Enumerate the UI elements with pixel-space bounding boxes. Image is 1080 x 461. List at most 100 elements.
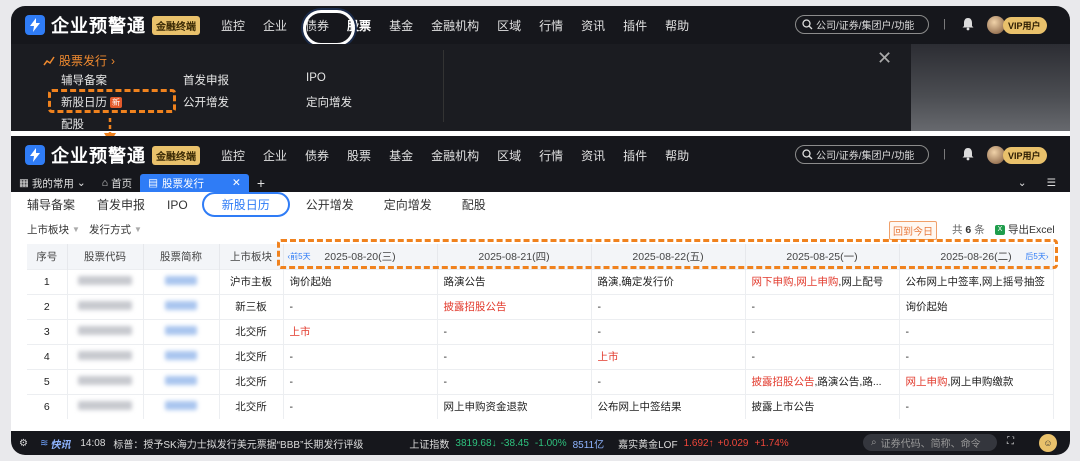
search-icon	[802, 19, 813, 30]
menu-item-market[interactable]: 行情	[539, 147, 563, 164]
table-row[interactable]: 1 沪市主板 询价起始 路演公告 路演,确定发行价 网下申购,网上申购,网上配号 公布网上中…	[27, 268, 1054, 294]
settings-icon[interactable]: ⚙	[19, 438, 28, 449]
close-icon[interactable]: ✕	[877, 48, 892, 69]
index-name[interactable]: 上证指数	[409, 436, 449, 451]
app-logo[interactable]: 企业预警通 金融终端	[25, 12, 200, 38]
global-search-input[interactable]: 公司/证券/集团户/功能	[795, 145, 929, 164]
cell-event: -	[899, 343, 1054, 369]
table-row[interactable]: 4 北交所 - - 上市 - -	[27, 343, 1054, 369]
dd-item-first-filing[interactable]: 首发申报	[183, 72, 229, 88]
user-menu[interactable]: VIP用户	[987, 16, 1047, 34]
tab-favorites[interactable]: ▦ 我的常用 ⌄	[11, 174, 94, 192]
bell-icon[interactable]	[961, 147, 975, 161]
cell-name[interactable]	[143, 393, 220, 419]
dropdown-title[interactable]: 股票发行 ›	[43, 52, 115, 69]
bell-icon[interactable]	[961, 17, 975, 31]
user-menu[interactable]: VIP用户	[987, 146, 1047, 164]
close-icon[interactable]: ✕	[232, 177, 241, 189]
fullscreen-icon[interactable]: ⛶	[1007, 436, 1014, 447]
cell-name[interactable]	[143, 343, 220, 369]
dd-item-public-offering[interactable]: 公开增发	[183, 94, 229, 110]
table-row[interactable]: 2 新三板 - 披露招股公告 - - 询价起始	[27, 293, 1054, 319]
cell-name[interactable]	[143, 368, 220, 394]
chevron-down-icon[interactable]: ⌄	[1018, 177, 1027, 189]
board-filter[interactable]: 上市板块 ▼	[27, 222, 80, 237]
tab-home[interactable]: ⌂ 首页	[94, 174, 140, 192]
redacted-code	[78, 350, 132, 360]
cell-event: -	[745, 293, 900, 319]
dropdown-title-label: 股票发行	[59, 54, 108, 68]
menu-item-news[interactable]: 资讯	[581, 147, 605, 164]
menu-item-company[interactable]: 企业	[263, 147, 287, 164]
cell-code	[67, 393, 144, 419]
table-row[interactable]: 5 北交所 - - - 披露招股公告,路演公告,路... 网上申购,网上申购缴款	[27, 368, 1054, 394]
fund-name[interactable]: 嘉实黄金LOF	[618, 436, 677, 451]
menu-item-region[interactable]: 区域	[497, 147, 521, 164]
subtab-rights-issue[interactable]: 配股	[462, 196, 486, 213]
blurred-background	[911, 44, 1070, 131]
fund-percent: +1.74%	[754, 437, 789, 449]
menu-item-financial-institution[interactable]: 金融机构	[431, 17, 479, 34]
cell-event: 路演,确定发行价	[591, 268, 746, 294]
cell-no: 4	[27, 343, 68, 369]
cell-name[interactable]	[143, 293, 220, 319]
menu-item-fund[interactable]: 基金	[389, 17, 413, 34]
cell-board: 新三板	[219, 293, 284, 319]
settings-list-icon[interactable]: ☰	[1047, 177, 1056, 189]
subtab-public-offering[interactable]: 公开增发	[306, 196, 354, 213]
menu-item-monitor[interactable]: 监控	[221, 147, 245, 164]
subtab-private-placement[interactable]: 定向增发	[384, 196, 432, 213]
dd-item-private-placement[interactable]: 定向增发	[306, 94, 352, 110]
cell-code	[67, 268, 144, 294]
news-time: 14:08	[80, 437, 106, 449]
menu-item-help[interactable]: 帮助	[665, 147, 689, 164]
menu-item-plugin[interactable]: 插件	[623, 147, 647, 164]
back-to-today-button[interactable]: 回到今日	[889, 221, 937, 240]
app-name: 企业预警通	[51, 16, 146, 36]
dd-item-rights-issue[interactable]: 配股	[61, 116, 84, 132]
app-logo-2[interactable]: 企业预警通 金融终端	[25, 142, 200, 168]
menu-item-help[interactable]: 帮助	[665, 17, 689, 34]
cell-name[interactable]	[143, 268, 220, 294]
menu-item-monitor[interactable]: 监控	[221, 17, 245, 34]
menu-item-region[interactable]: 区域	[497, 17, 521, 34]
screenshot-frame: 企业预警通 金融终端 监控 企业 债券 股票 基金 金融机构 区域 行情 资讯 …	[11, 6, 1070, 455]
table-row[interactable]: 6 北交所 - 网上申购资金退款 公布网上中签结果 披露上市公告 -	[27, 393, 1054, 419]
global-search-input[interactable]: 公司/证券/集团户/功能	[795, 15, 929, 34]
subtab-first-filing[interactable]: 首发申报	[97, 196, 145, 213]
table-row[interactable]: 3 北交所 上市 - - - -	[27, 318, 1054, 344]
menu-item-news[interactable]: 资讯	[581, 17, 605, 34]
menu-item-stock[interactable]: 股票	[347, 147, 371, 164]
method-filter[interactable]: 发行方式 ▼	[89, 222, 142, 237]
search-placeholder: 公司/证券/集团户/功能	[816, 21, 915, 32]
menu-item-market[interactable]: 行情	[539, 17, 563, 34]
divider: |	[943, 18, 946, 30]
subtab-tutor-filing[interactable]: 辅导备案	[27, 196, 75, 213]
security-search-placeholder: 证券代码、简称、命令	[880, 439, 981, 450]
menu-item-company[interactable]: 企业	[263, 17, 287, 34]
menu-item-financial-institution[interactable]: 金融机构	[431, 147, 479, 164]
menu-item-bond[interactable]: 债券	[305, 147, 329, 164]
news-headline[interactable]: 标普：授予SK海力士拟发行美元票据“BBB”长期发行评级	[113, 436, 363, 451]
cell-code	[67, 318, 144, 344]
redacted-code	[78, 375, 132, 385]
redacted-name	[165, 350, 197, 360]
dd-item-ipo[interactable]: IPO	[306, 72, 326, 84]
method-filter-label: 发行方式	[89, 224, 131, 236]
down-arrow-icon: ↓	[491, 437, 497, 449]
menu-item-fund[interactable]: 基金	[389, 147, 413, 164]
dd-item-tutor-filing[interactable]: 辅导备案	[61, 72, 107, 88]
subtab-ipo-calendar[interactable]: 新股日历	[201, 192, 290, 217]
count-value: 6	[965, 224, 972, 236]
add-tab-icon[interactable]: +	[249, 174, 273, 192]
subtab-ipo[interactable]: IPO	[167, 198, 188, 212]
cell-no: 3	[27, 318, 68, 344]
tab-stock-issue[interactable]: ▤ 股票发行 ✕	[140, 174, 249, 192]
security-search-input[interactable]: ⌕ 证券代码、简称、命令	[863, 434, 997, 451]
redacted-code	[78, 400, 132, 410]
menu-item-plugin[interactable]: 插件	[623, 17, 647, 34]
cell-name[interactable]	[143, 318, 220, 344]
export-excel-button[interactable]: X 导出Excel	[995, 222, 1055, 237]
assistant-icon[interactable]: ☺	[1039, 434, 1057, 452]
cell-event: -	[283, 368, 438, 394]
